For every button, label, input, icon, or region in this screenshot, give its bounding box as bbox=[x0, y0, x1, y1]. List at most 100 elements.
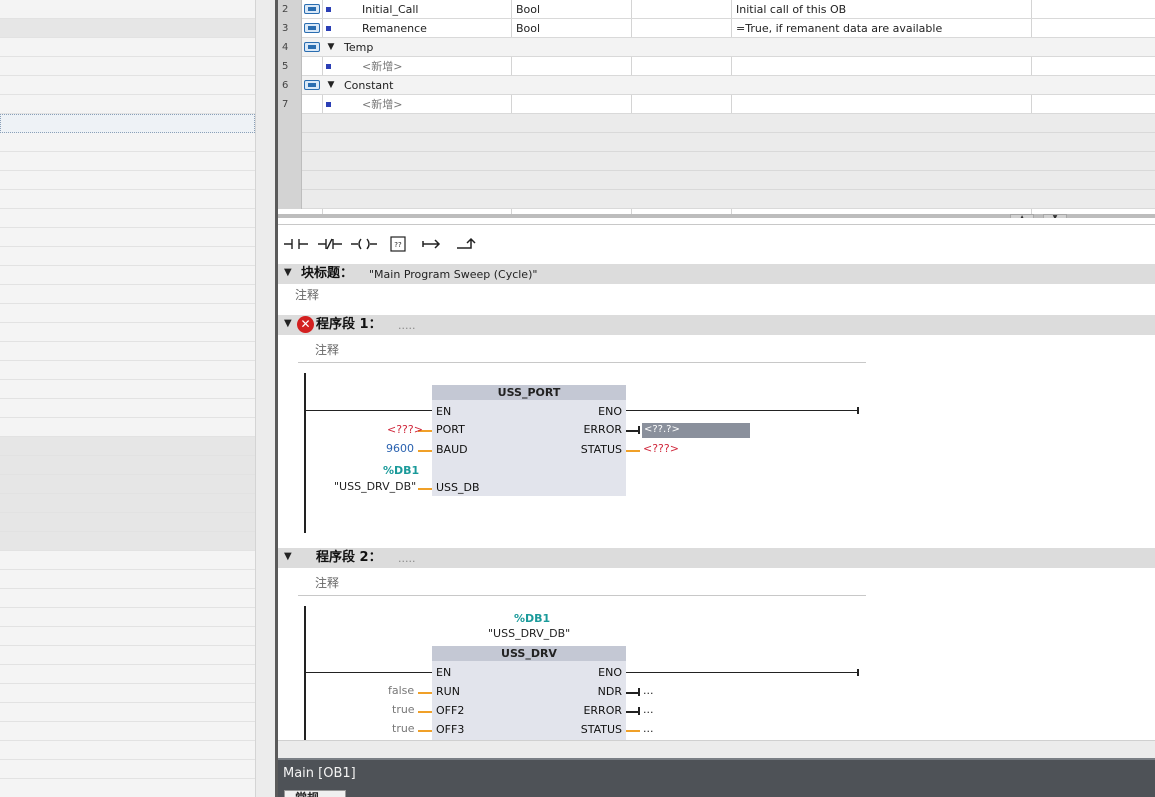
empty-row[interactable] bbox=[278, 190, 1155, 209]
network-2-title[interactable]: ..... bbox=[398, 550, 415, 568]
tree-row[interactable] bbox=[0, 703, 255, 722]
block-comment[interactable]: 注释 bbox=[295, 286, 319, 303]
tree-row[interactable] bbox=[0, 513, 255, 532]
tree-row[interactable] bbox=[0, 95, 255, 114]
block-interface-table[interactable]: 2 Initial_Call Bool Initial call of this… bbox=[278, 0, 1155, 218]
section-name[interactable]: Temp bbox=[344, 38, 373, 57]
tab-general[interactable]: 常规 bbox=[284, 790, 346, 797]
tree-row[interactable] bbox=[0, 741, 255, 760]
tree-row[interactable] bbox=[0, 760, 255, 779]
pin-off2[interactable]: OFF2 bbox=[436, 704, 464, 718]
tree-row[interactable] bbox=[0, 304, 255, 323]
tree-row[interactable] bbox=[0, 209, 255, 228]
tree-row[interactable] bbox=[0, 399, 255, 418]
add-new-entry[interactable]: <新增> bbox=[362, 95, 402, 114]
pin-port[interactable]: PORT bbox=[436, 423, 465, 437]
collapse-triangle-icon[interactable]: ▼ bbox=[324, 76, 338, 95]
tree-row[interactable] bbox=[0, 608, 255, 627]
status-operand[interactable]: ... bbox=[643, 722, 654, 736]
block-title-value[interactable]: "Main Program Sweep (Cycle)" bbox=[369, 266, 537, 284]
interface-datatype[interactable]: Bool bbox=[516, 0, 540, 19]
pin-run[interactable]: RUN bbox=[436, 685, 460, 699]
instance-db-name[interactable]: "USS_DRV_DB" bbox=[488, 627, 570, 641]
off3-operand[interactable]: true bbox=[392, 722, 415, 736]
pin-baud[interactable]: BAUD bbox=[436, 443, 468, 457]
interface-datatype[interactable]: Bool bbox=[516, 19, 540, 38]
tree-row[interactable] bbox=[0, 589, 255, 608]
interface-name[interactable]: Remanence bbox=[362, 19, 427, 38]
ndr-operand[interactable]: ... bbox=[643, 684, 654, 698]
tree-row[interactable] bbox=[0, 684, 255, 703]
tree-row[interactable] bbox=[0, 342, 255, 361]
tree-row[interactable] bbox=[0, 0, 255, 19]
uss-port-block[interactable]: USS_PORT EN PORT BAUD USS_DB ENO ERROR S… bbox=[432, 385, 626, 496]
collapse-triangle-icon[interactable]: ▼ bbox=[324, 38, 338, 57]
interface-section-row[interactable]: 6 ▼ Constant bbox=[278, 76, 1155, 95]
network-1-comment[interactable]: 注释 bbox=[315, 341, 339, 358]
pin-eno[interactable]: ENO bbox=[598, 405, 622, 419]
tree-row[interactable] bbox=[0, 779, 255, 797]
tree-row-selected[interactable] bbox=[0, 114, 255, 133]
pin-en[interactable]: EN bbox=[436, 666, 451, 680]
network-1-title[interactable]: ..... bbox=[398, 317, 415, 335]
tree-row[interactable] bbox=[0, 475, 255, 494]
tree-row[interactable] bbox=[0, 361, 255, 380]
pin-ndr[interactable]: NDR bbox=[598, 685, 622, 699]
close-branch-button[interactable] bbox=[450, 230, 482, 258]
network-1-header[interactable]: ▼ ✕ 程序段 1： ..... bbox=[278, 315, 1155, 335]
normally-closed-contact-button[interactable] bbox=[314, 230, 346, 258]
tree-row[interactable] bbox=[0, 38, 255, 57]
ladder-editor[interactable]: ▼ 块标题： "Main Program Sweep (Cycle)" 注释 ▼… bbox=[278, 262, 1155, 740]
scroll-down-button[interactable]: ▼ bbox=[1043, 214, 1067, 218]
tree-row[interactable] bbox=[0, 551, 255, 570]
network-2-comment[interactable]: 注释 bbox=[315, 574, 339, 591]
tree-row[interactable] bbox=[0, 456, 255, 475]
scroll-up-button[interactable]: ▲ bbox=[1010, 214, 1034, 218]
pin-uss-db[interactable]: USS_DB bbox=[436, 481, 480, 495]
tree-row[interactable] bbox=[0, 627, 255, 646]
tree-row[interactable] bbox=[0, 380, 255, 399]
run-operand[interactable]: false bbox=[388, 684, 414, 698]
tree-row[interactable] bbox=[0, 285, 255, 304]
editor-horizontal-scrollbar[interactable] bbox=[278, 740, 1155, 758]
interface-row[interactable]: 5 <新增> bbox=[278, 57, 1155, 76]
tree-row[interactable] bbox=[0, 228, 255, 247]
add-new-entry[interactable]: <新增> bbox=[362, 57, 402, 76]
pin-en[interactable]: EN bbox=[436, 405, 451, 419]
pin-status[interactable]: STATUS bbox=[581, 443, 622, 457]
pin-off3[interactable]: OFF3 bbox=[436, 723, 464, 737]
tree-row[interactable] bbox=[0, 570, 255, 589]
tree-row[interactable] bbox=[0, 57, 255, 76]
baud-operand[interactable]: 9600 bbox=[386, 442, 414, 456]
tree-row[interactable] bbox=[0, 323, 255, 342]
tree-row[interactable] bbox=[0, 247, 255, 266]
pin-error[interactable]: ERROR bbox=[583, 704, 622, 718]
interface-row[interactable]: 3 Remanence Bool =True, if remanent data… bbox=[278, 19, 1155, 38]
instance-db-number[interactable]: %DB1 bbox=[514, 612, 550, 626]
status-operand[interactable]: <???> bbox=[643, 442, 679, 456]
interface-row[interactable]: 7 <新增> bbox=[278, 95, 1155, 114]
open-branch-button[interactable] bbox=[416, 230, 448, 258]
normally-open-contact-button[interactable] bbox=[280, 230, 312, 258]
interface-name[interactable]: Initial_Call bbox=[362, 0, 418, 19]
error-operand[interactable]: ... bbox=[643, 703, 654, 717]
tree-row[interactable] bbox=[0, 152, 255, 171]
db-name[interactable]: "USS_DRV_DB" bbox=[334, 480, 416, 494]
assignment-coil-button[interactable] bbox=[348, 230, 380, 258]
port-operand[interactable]: <???> bbox=[387, 423, 423, 437]
tree-row[interactable] bbox=[0, 437, 255, 456]
tree-row[interactable] bbox=[0, 665, 255, 684]
empty-row[interactable] bbox=[278, 152, 1155, 171]
tree-row[interactable] bbox=[0, 646, 255, 665]
tree-row[interactable] bbox=[0, 418, 255, 437]
interface-row[interactable]: 2 Initial_Call Bool Initial call of this… bbox=[278, 0, 1155, 19]
pin-eno[interactable]: ENO bbox=[598, 666, 622, 680]
collapse-triangle-icon[interactable]: ▼ bbox=[284, 267, 292, 278]
tree-row[interactable] bbox=[0, 171, 255, 190]
pin-error[interactable]: ERROR bbox=[583, 423, 622, 437]
tree-row[interactable] bbox=[0, 266, 255, 285]
off2-operand[interactable]: true bbox=[392, 703, 415, 717]
interface-section-row[interactable]: 4 ▼ Temp bbox=[278, 38, 1155, 57]
empty-row[interactable] bbox=[278, 171, 1155, 190]
tree-row[interactable] bbox=[0, 190, 255, 209]
